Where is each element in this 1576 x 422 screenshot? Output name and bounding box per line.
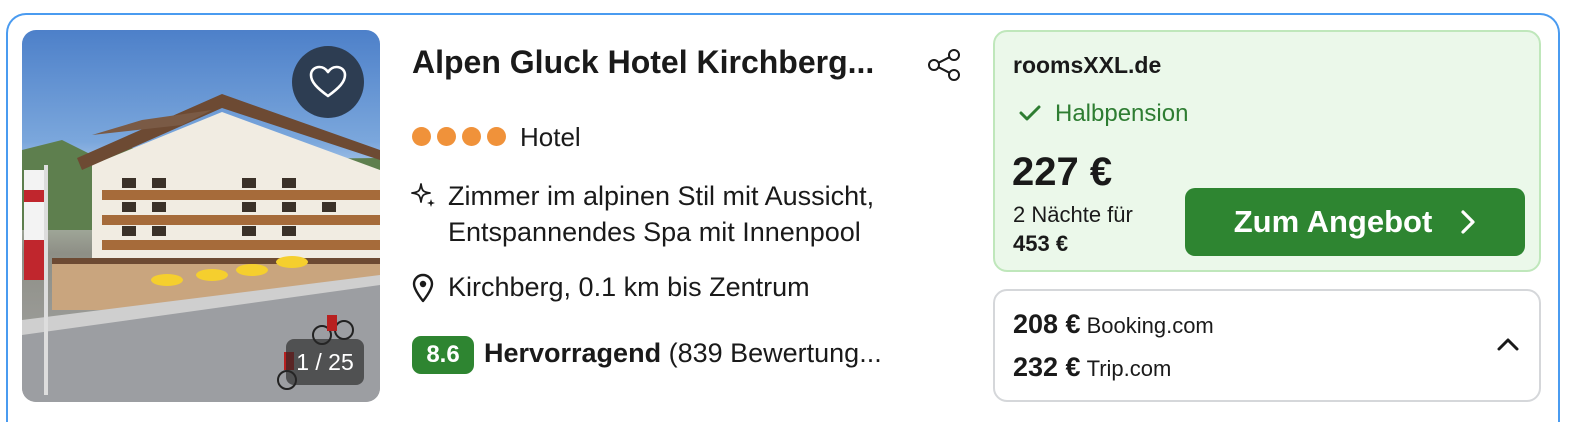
- rating-summary[interactable]: Hervorragend (839 Bewertung...: [484, 338, 882, 369]
- heart-outline-icon: [309, 65, 347, 98]
- chevron-up-icon[interactable]: [1495, 333, 1521, 355]
- total-price-info: 2 Nächte für 453 €: [1013, 200, 1133, 258]
- star-dot: [462, 127, 481, 146]
- offer-provider: roomsXXL.de: [1013, 52, 1162, 78]
- other-offer-price: 208 €: [1013, 309, 1081, 339]
- other-offer-provider: Trip.com: [1086, 356, 1172, 381]
- review-count: (839 Bewertung...: [668, 338, 882, 368]
- star-dot: [412, 127, 431, 146]
- feature-highlights: Zimmer im alpinen Stil mit Aussicht, Ent…: [448, 178, 874, 250]
- nightly-price: 227 €: [1012, 150, 1113, 194]
- other-offers-box: 208 € Booking.com 232 € Trip.com: [993, 289, 1541, 402]
- sparkle-icon: [411, 183, 435, 207]
- accommodation-type: Hotel: [520, 122, 581, 152]
- star-dot: [437, 127, 456, 146]
- board-type: Halbpension: [1055, 100, 1189, 127]
- star-dot: [487, 127, 506, 146]
- other-offer-provider: Booking.com: [1086, 313, 1214, 338]
- other-offer-row[interactable]: 208 € Booking.com: [1013, 309, 1214, 340]
- location-pin-icon: [412, 273, 434, 303]
- review-score-badge: 8.6: [412, 336, 474, 374]
- share-button[interactable]: [926, 48, 962, 82]
- view-offer-label: Zum Angebot: [1233, 204, 1433, 239]
- nights-label: 2 Nächte für: [1013, 202, 1133, 227]
- view-offer-button[interactable]: Zum Angebot: [1185, 188, 1525, 256]
- star-rating: [412, 127, 506, 146]
- total-price: 453 €: [1013, 231, 1069, 256]
- favorite-button[interactable]: [292, 46, 364, 118]
- other-offer-price: 232 €: [1013, 352, 1081, 382]
- share-icon: [928, 49, 960, 81]
- other-offer-row[interactable]: 232 € Trip.com: [1013, 352, 1171, 383]
- hotel-name[interactable]: Alpen Gluck Hotel Kirchberg...: [412, 44, 874, 81]
- checkmark-icon: [1019, 105, 1041, 121]
- image-counter: 1 / 25: [286, 339, 364, 385]
- chevron-right-icon: [1461, 210, 1475, 234]
- feature-line: Zimmer im alpinen Stil mit Aussicht,: [448, 181, 875, 211]
- best-offer-box[interactable]: roomsXXL.de Halbpension 227 € 2 Nächte f…: [993, 30, 1541, 272]
- rating-label: Hervorragend: [484, 338, 662, 368]
- location-text: Kirchberg, 0.1 km bis Zentrum: [448, 272, 810, 302]
- feature-line: Entspannendes Spa mit Innenpool: [448, 217, 861, 247]
